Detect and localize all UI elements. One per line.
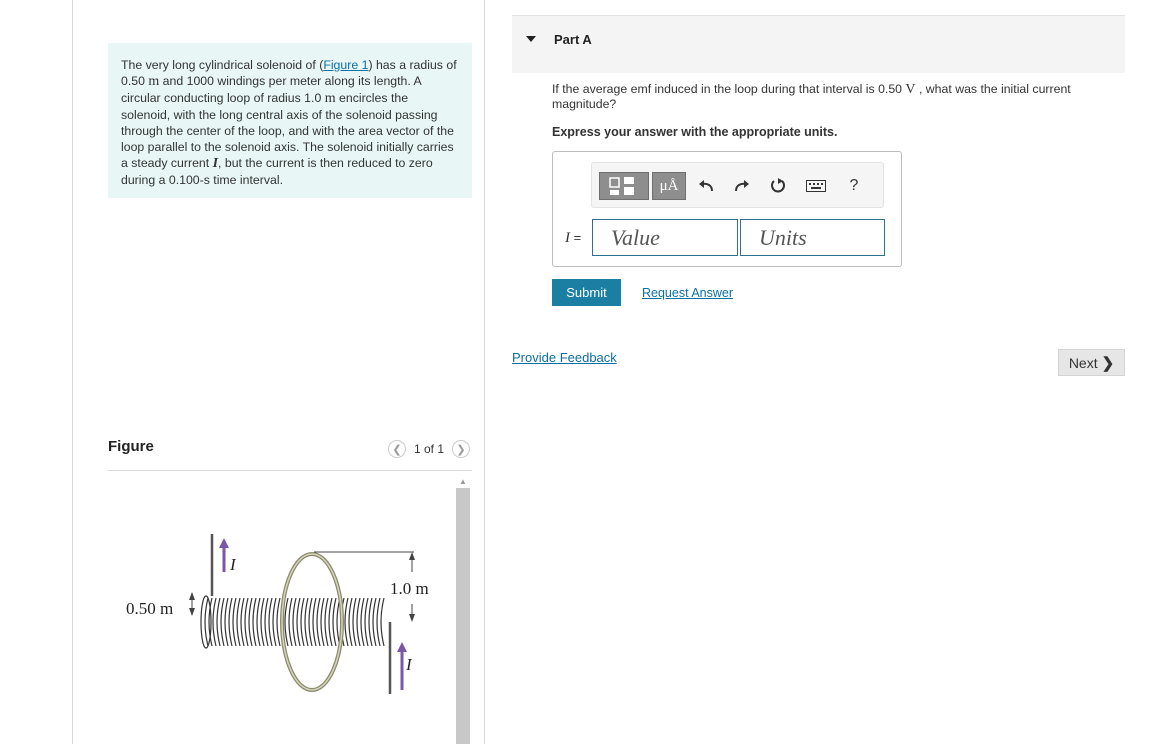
- next-button[interactable]: Next ❯: [1058, 349, 1125, 376]
- redo-icon[interactable]: [730, 175, 754, 197]
- figure-title: Figure: [108, 438, 154, 455]
- answer-box: μÅ ? I = Value Units: [552, 151, 902, 267]
- units-input[interactable]: Units: [740, 219, 885, 256]
- current-arrowhead-bottom: [397, 642, 407, 652]
- request-answer-link[interactable]: Request Answer: [642, 286, 733, 300]
- undo-icon[interactable]: [694, 175, 718, 197]
- instruction-text: Express your answer with the appropriate…: [552, 125, 838, 139]
- equation-label: I =: [565, 230, 581, 247]
- center-divider: [484, 0, 485, 744]
- scrollbar-thumb[interactable]: [456, 488, 470, 744]
- help-icon[interactable]: ?: [842, 175, 866, 197]
- problem-statement: The very long cylindrical solenoid of (F…: [108, 43, 472, 198]
- units-button[interactable]: μÅ: [652, 172, 686, 200]
- figure-pager: ❮ 1 of 1 ❯: [387, 440, 470, 458]
- equation-sign: =: [570, 230, 582, 245]
- part-header[interactable]: Part A: [512, 15, 1125, 73]
- question-part-1: If the average emf induced in the loop d…: [552, 82, 906, 96]
- chevron-left-icon[interactable]: ❮: [387, 440, 406, 458]
- figure-scrollbar[interactable]: ▲: [456, 472, 470, 744]
- chevron-right-icon: ❯: [1101, 354, 1115, 372]
- unit-meter: m: [148, 74, 160, 89]
- next-label: Next: [1068, 354, 1098, 371]
- figure-link[interactable]: Figure 1: [323, 58, 368, 72]
- current-arrowhead-top: [219, 538, 229, 548]
- label-current-top: I: [229, 555, 237, 574]
- templates-icon[interactable]: [599, 172, 649, 200]
- label-loop-radius: 1.0 m: [390, 579, 429, 598]
- reset-icon[interactable]: [766, 175, 790, 197]
- keyboard-icon[interactable]: [804, 175, 828, 197]
- solenoid-loop-diagram: 0.50 m 1.0 m I I: [126, 534, 429, 694]
- unit-meter: m: [324, 91, 336, 106]
- part-title: Part A: [554, 32, 592, 47]
- left-divider: [72, 0, 73, 744]
- math-toolbar: μÅ ?: [591, 162, 884, 208]
- question-text: If the average emf induced in the loop d…: [552, 82, 1122, 112]
- submit-button[interactable]: Submit: [552, 279, 621, 306]
- problem-text-1: The very long cylindrical solenoid of (: [121, 58, 324, 72]
- figure-header: Figure ❮ 1 of 1 ❯: [108, 438, 472, 471]
- value-input[interactable]: Value: [592, 219, 738, 256]
- scroll-up-icon[interactable]: ▲: [459, 477, 467, 486]
- figure-image: 0.50 m 1.0 m I I: [108, 472, 456, 744]
- figure-page-count: 1 of 1: [413, 442, 444, 456]
- provide-feedback-link[interactable]: Provide Feedback: [512, 350, 617, 365]
- label-current-bottom: I: [405, 655, 413, 674]
- chevron-right-icon[interactable]: ❯: [452, 440, 470, 458]
- label-solenoid-radius: 0.50 m: [126, 599, 173, 618]
- caret-down-icon[interactable]: [526, 36, 536, 42]
- unit-volt: V: [905, 82, 916, 97]
